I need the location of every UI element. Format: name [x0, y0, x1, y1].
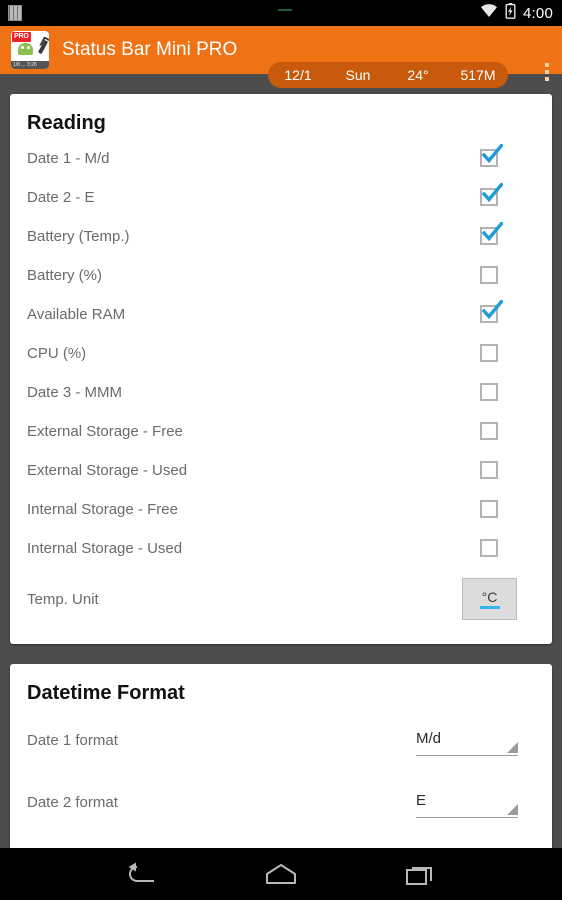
temp-unit-underline — [479, 606, 500, 609]
row-label: Internal Storage - Used — [27, 540, 183, 557]
row-label: Temp. Unit — [27, 590, 99, 608]
app-action-bar: PRO 1/8 ... 3:28 Status Bar Mini PRO 12/… — [0, 26, 562, 88]
row-date-3-format[interactable]: Date 3 fmt MMM — [27, 833, 535, 848]
row-label: CPU (%) — [27, 345, 87, 362]
card-datetime-rows: Date 1 format M/d Date 2 format E Date 3… — [10, 709, 552, 848]
row-external-storage-free[interactable]: External Storage - Free — [27, 412, 535, 451]
row-date-1-format[interactable]: Date 1 format M/d — [27, 709, 535, 771]
checkbox-cpu-percent[interactable] — [480, 343, 500, 364]
page-title: Status Bar Mini PRO — [62, 39, 238, 60]
status-dash-marker — [278, 9, 292, 11]
checkbox-box — [480, 421, 498, 440]
overflow-dot — [545, 63, 549, 67]
android-head-icon — [18, 43, 33, 55]
checkbox-internal-storage-used[interactable] — [480, 538, 500, 559]
row-label: Date 2 - E — [27, 189, 95, 206]
row-date-3[interactable]: Date 3 - MMM — [27, 373, 535, 412]
status-bar-system-icons: 4:00 — [480, 2, 562, 24]
system-status-bar: 4:00 — [0, 0, 562, 26]
card-title-reading: Reading — [27, 112, 106, 134]
card-reading: Reading Date 1 - M/d Date 2 - E Battery … — [10, 94, 552, 644]
settings-scroll-area[interactable]: Reading Date 1 - M/d Date 2 - E Battery … — [0, 74, 562, 848]
chevron-down-icon — [507, 804, 518, 815]
android-nav-bar — [0, 848, 562, 900]
row-external-storage-used[interactable]: External Storage - Used — [27, 451, 535, 490]
spinner-value: E — [416, 792, 427, 809]
row-label: External Storage - Used — [27, 462, 188, 479]
card-datetime-format: Datetime Format Date 1 format M/d Date 2… — [10, 664, 552, 848]
row-label: Battery (Temp.) — [27, 228, 130, 245]
app-icon-android-wrench[interactable]: PRO 1/8 ... 3:28 — [11, 31, 49, 69]
checkbox-internal-storage-free[interactable] — [480, 499, 500, 520]
checkbox-external-storage-used[interactable] — [480, 460, 500, 481]
checkbox-box — [480, 538, 498, 557]
row-label: Battery (%) — [27, 267, 103, 284]
row-available-ram[interactable]: Available RAM — [27, 295, 535, 334]
card-title-datetime-format: Datetime Format — [27, 682, 185, 704]
temp-unit-value: °C — [481, 588, 498, 605]
spinner-date-2-format[interactable]: E — [416, 786, 518, 818]
battery-charging-icon — [505, 2, 516, 24]
checkbox-battery-percent[interactable] — [480, 265, 500, 286]
row-date-1[interactable]: Date 1 - M/d — [27, 139, 535, 178]
checkbox-external-storage-free[interactable] — [480, 421, 500, 442]
status-bar-notifications — [0, 5, 480, 21]
checkbox-available-ram[interactable] — [480, 299, 503, 325]
row-label: Date 1 - M/d — [27, 150, 110, 167]
check-icon — [481, 221, 503, 241]
row-label: External Storage - Free — [27, 423, 183, 440]
checkbox-box — [480, 460, 498, 479]
checkbox-box — [480, 499, 498, 518]
home-icon[interactable] — [251, 854, 311, 894]
app-icon-pro-badge: PRO — [12, 32, 31, 42]
device-screen: 4:00 PRO 1/8 ... 3:28 Status Bar Mini PR… — [0, 0, 562, 900]
temp-unit-button[interactable]: °C — [462, 578, 517, 620]
spinner-value: M/d — [416, 730, 442, 747]
wifi-icon — [480, 3, 498, 23]
checkbox-box — [480, 382, 498, 401]
row-internal-storage-used[interactable]: Internal Storage - Used — [27, 529, 535, 568]
recents-icon[interactable] — [391, 854, 451, 894]
back-icon[interactable] — [111, 854, 171, 894]
row-label: Date 3 - MMM — [27, 384, 123, 401]
card-reading-rows: Date 1 - M/d Date 2 - E Battery (Temp.) — [10, 139, 552, 644]
checkbox-date-3[interactable] — [480, 382, 500, 403]
status-bar-clock: 4:00 — [523, 4, 553, 22]
row-date-2-format[interactable]: Date 2 format E — [27, 771, 535, 833]
checkbox-date-2[interactable] — [480, 182, 503, 208]
chevron-down-icon — [507, 742, 518, 753]
row-temp-unit[interactable]: Temp. Unit °C — [27, 568, 535, 630]
notification-bars-icon — [8, 5, 22, 21]
row-battery-temp[interactable]: Battery (Temp.) — [27, 217, 535, 256]
check-icon — [481, 143, 503, 163]
check-icon — [481, 299, 503, 319]
row-battery-percent[interactable]: Battery (%) — [27, 256, 535, 295]
check-icon — [481, 182, 503, 202]
row-internal-storage-free[interactable]: Internal Storage - Free — [27, 490, 535, 529]
checkbox-box — [480, 265, 498, 284]
spinner-date-1-format[interactable]: M/d — [416, 724, 518, 756]
row-label: Date 2 format — [27, 793, 118, 811]
wrench-icon — [37, 39, 49, 55]
row-label: Available RAM — [27, 306, 126, 323]
row-cpu-percent[interactable]: CPU (%) — [27, 334, 535, 373]
checkbox-battery-temp[interactable] — [480, 221, 503, 247]
checkbox-box — [480, 343, 498, 362]
row-date-2[interactable]: Date 2 - E — [27, 178, 535, 217]
checkbox-date-1[interactable] — [480, 143, 503, 169]
row-label: Date 1 format — [27, 731, 118, 749]
app-icon-status-strip: 1/8 ... 3:28 — [11, 61, 49, 69]
row-label: Internal Storage - Free — [27, 501, 178, 518]
